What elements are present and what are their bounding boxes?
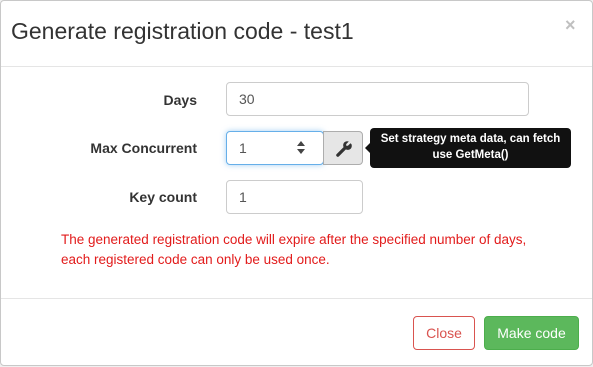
dialog-title: Generate registration code - test1: [11, 18, 354, 44]
spinner-down-icon[interactable]: [297, 149, 305, 154]
days-input[interactable]: [226, 82, 529, 116]
wrench-icon: [336, 141, 352, 157]
max-concurrent-input[interactable]: 1: [226, 131, 324, 165]
days-label: Days: [163, 92, 197, 108]
max-concurrent-label: Max Concurrent: [90, 140, 197, 156]
close-icon[interactable]: ×: [565, 15, 576, 35]
key-count-label: Key count: [129, 189, 197, 205]
meta-data-tooltip: Set strategy meta data, can fetch use Ge…: [365, 128, 571, 168]
dialog-footer: Close Make code: [1, 298, 592, 367]
expiry-help-text: The generated registration code will exp…: [61, 232, 527, 267]
meta-data-button[interactable]: [323, 131, 363, 165]
spinner-up-icon[interactable]: [297, 141, 305, 146]
key-count-input[interactable]: [226, 180, 363, 214]
generate-code-dialog: Generate registration code - test1 × Day…: [0, 0, 593, 366]
max-concurrent-value: 1: [239, 140, 247, 156]
dialog-header: Generate registration code - test1 ×: [1, 1, 592, 67]
number-spinner[interactable]: [297, 140, 307, 156]
close-button[interactable]: Close: [413, 316, 475, 350]
make-code-button[interactable]: Make code: [484, 316, 579, 350]
